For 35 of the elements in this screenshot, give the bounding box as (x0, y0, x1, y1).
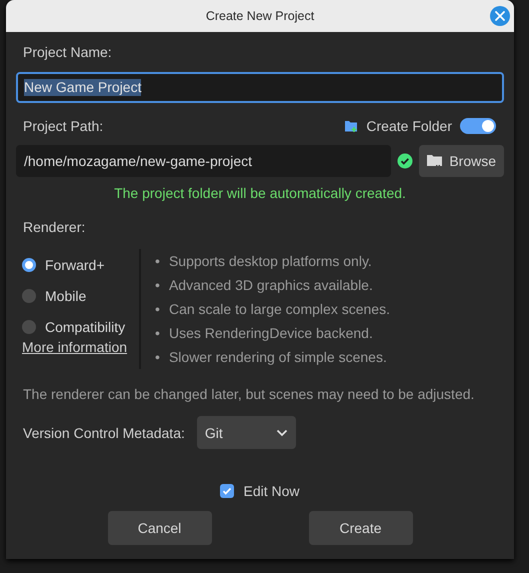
bullet-marker: • (155, 252, 160, 271)
bullet-marker: • (155, 300, 160, 319)
folder-plus-icon (344, 119, 358, 133)
folder-icon (427, 154, 444, 168)
section-label: Renderer: (23, 219, 86, 237)
field-label: Project Path: (23, 118, 104, 134)
checkbox[interactable]: Edit Now (220, 483, 300, 499)
feature-item: Slower rendering of simple scenes. (168, 348, 387, 367)
field-label: Version Control Metadata: (23, 424, 185, 440)
feature-item: Can scale to large complex scenes. (168, 300, 390, 319)
close-icon (494, 10, 506, 22)
feature-item: Advanced 3D graphics available. (168, 276, 373, 295)
toggle-switch[interactable] (460, 118, 496, 134)
feature-item: Supports desktop platforms only. (168, 252, 372, 271)
check-icon (222, 486, 232, 496)
status-message: The project folder will be automatically created. (113, 185, 407, 203)
field-label: Project Name: (23, 44, 113, 62)
feature-item: Uses RenderingDevice backend. (168, 324, 373, 343)
radio-option[interactable]: Forward+ (22, 249, 128, 280)
dialog-button[interactable]: Create (308, 511, 412, 545)
dropdown[interactable]: Git (196, 416, 296, 449)
window-title: Create New Project (206, 9, 314, 23)
bullet-marker: • (155, 324, 160, 343)
close-button[interactable] (490, 6, 510, 26)
radio-option[interactable]: Mobile (22, 280, 128, 311)
browse-button[interactable]: Browse (419, 145, 504, 177)
toggle-label: Create Folder (366, 118, 452, 134)
dialog-button[interactable]: Cancel (108, 511, 212, 545)
radio-option[interactable]: Compatibility (22, 311, 128, 342)
bullet-marker: • (155, 276, 160, 295)
bullet-marker: • (155, 348, 160, 367)
note-text: The renderer can be changed later, but scenes may need to be adjusted. (23, 386, 476, 402)
more-info-link[interactable]: More information (22, 339, 128, 355)
chevron-down-icon (276, 428, 288, 436)
input-field[interactable]: /home/mozagame/new-game-project (16, 145, 392, 177)
